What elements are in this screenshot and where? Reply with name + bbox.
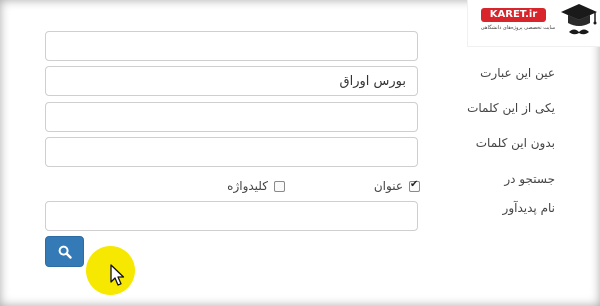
keyword-checkbox[interactable] — [274, 180, 285, 192]
keyword-checkbox-label: کلیدواژه — [227, 179, 268, 193]
title-checkbox[interactable] — [409, 179, 420, 192]
without-words-input[interactable] — [45, 137, 418, 167]
title-checkbox-option[interactable]: عنوان — [374, 179, 420, 193]
any-words-input[interactable] — [45, 102, 418, 132]
search-icon — [58, 245, 72, 259]
search-button[interactable] — [45, 236, 84, 267]
any-words-label: یکی از این کلمات — [467, 101, 555, 115]
exact-phrase-label: عین این عبارت — [480, 66, 555, 80]
brand-name: KARET.ir — [481, 8, 546, 22]
graduation-cap-icon — [561, 4, 597, 35]
watermark-logo: KARET.ir سایت تخصصی پروژه‌های دانشگاهی — [467, 0, 600, 47]
all-words-input[interactable] — [45, 31, 418, 61]
keyword-checkbox-option[interactable]: کلیدواژه — [227, 179, 285, 193]
search-in-label: جستجو در — [504, 172, 555, 186]
title-checkbox-label: عنوان — [373, 179, 403, 193]
brand-tagline: سایت تخصصی پروژه‌های دانشگاهی — [480, 25, 556, 31]
creator-name-label: نام پدیدآور — [502, 201, 555, 215]
creator-name-input[interactable] — [45, 201, 418, 231]
exact-phrase-input[interactable] — [45, 66, 418, 96]
without-words-label: بدون این کلمات — [475, 136, 555, 150]
mouse-pointer-icon — [110, 264, 125, 286]
